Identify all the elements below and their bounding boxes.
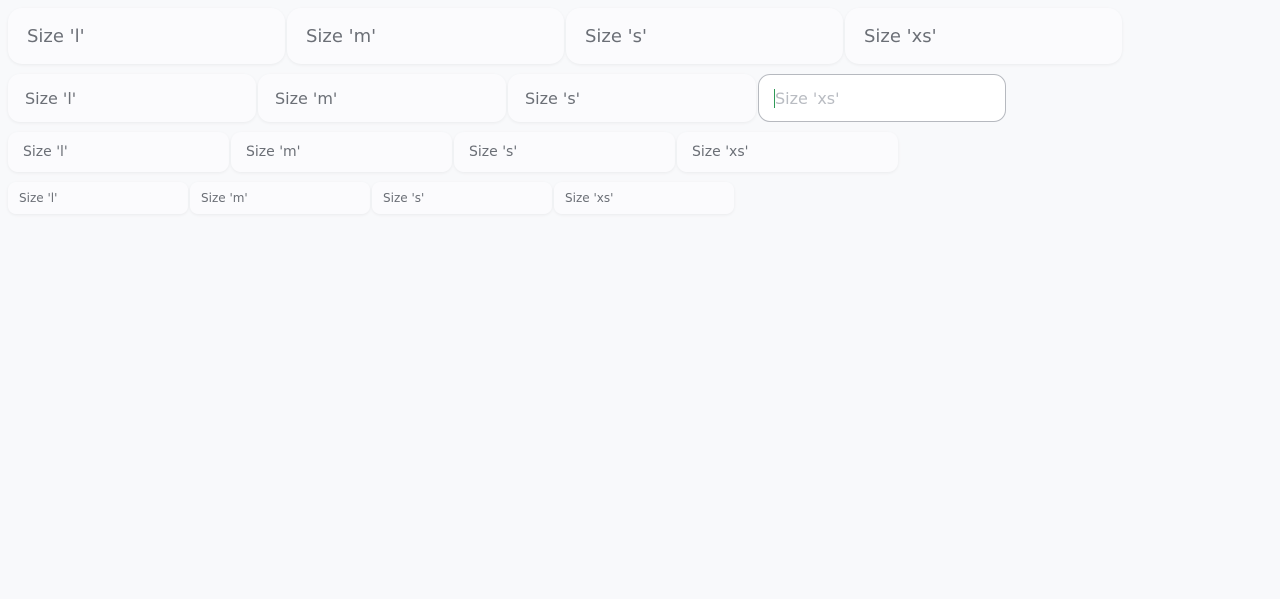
input-placeholder: Size 'xs' [692, 144, 749, 160]
text-input-size-s[interactable]: Size 's' [508, 74, 756, 122]
text-input-size-xs[interactable]: Size 'xs' [845, 8, 1122, 64]
input-placeholder: Size 's' [585, 25, 647, 47]
text-input-size-xs-focused[interactable]: Size 'xs' [758, 74, 1006, 122]
input-row-size-m: Size 'l' Size 'm' Size 's' Size 'xs' [8, 74, 1008, 122]
input-row-size-xs: Size 'l' Size 'm' Size 's' Size 'xs' [8, 182, 736, 214]
text-input-size-m[interactable]: Size 'm' [287, 8, 564, 64]
input-placeholder: Size 'l' [25, 88, 77, 108]
input-row-size-l: Size 'l' Size 'm' Size 's' Size 'xs' [8, 8, 1124, 64]
input-placeholder: Size 'm' [246, 144, 301, 160]
text-input-size-xs[interactable]: Size 'xs' [677, 132, 898, 172]
text-input-size-m[interactable]: Size 'm' [190, 182, 370, 214]
text-input-size-s[interactable]: Size 's' [372, 182, 552, 214]
input-placeholder: Size 'xs' [864, 25, 937, 47]
input-placeholder: Size 'xs' [565, 191, 614, 205]
text-input-size-l[interactable]: Size 'l' [8, 8, 285, 64]
input-placeholder: Size 'l' [23, 144, 68, 160]
text-input-size-l[interactable]: Size 'l' [8, 182, 188, 214]
input-placeholder: Size 'm' [306, 25, 377, 47]
text-input-size-l[interactable]: Size 'l' [8, 132, 229, 172]
text-input-size-m[interactable]: Size 'm' [231, 132, 452, 172]
input-placeholder: Size 's' [469, 144, 518, 160]
text-input-size-l[interactable]: Size 'l' [8, 74, 256, 122]
text-input-size-m[interactable]: Size 'm' [258, 74, 506, 122]
input-placeholder: Size 'l' [27, 25, 85, 47]
text-input-size-s[interactable]: Size 's' [566, 8, 843, 64]
input-placeholder: Size 'l' [19, 191, 58, 205]
text-input-size-xs[interactable]: Size 'xs' [554, 182, 734, 214]
input-placeholder: Size 'm' [201, 191, 248, 205]
input-placeholder: Size 'm' [275, 88, 338, 108]
input-placeholder: Size 's' [383, 191, 425, 205]
input-placeholder: Size 's' [525, 88, 581, 108]
input-row-size-s: Size 'l' Size 'm' Size 's' Size 'xs' [8, 132, 900, 172]
input-placeholder: Size 'xs' [775, 88, 840, 108]
text-input-size-s[interactable]: Size 's' [454, 132, 675, 172]
